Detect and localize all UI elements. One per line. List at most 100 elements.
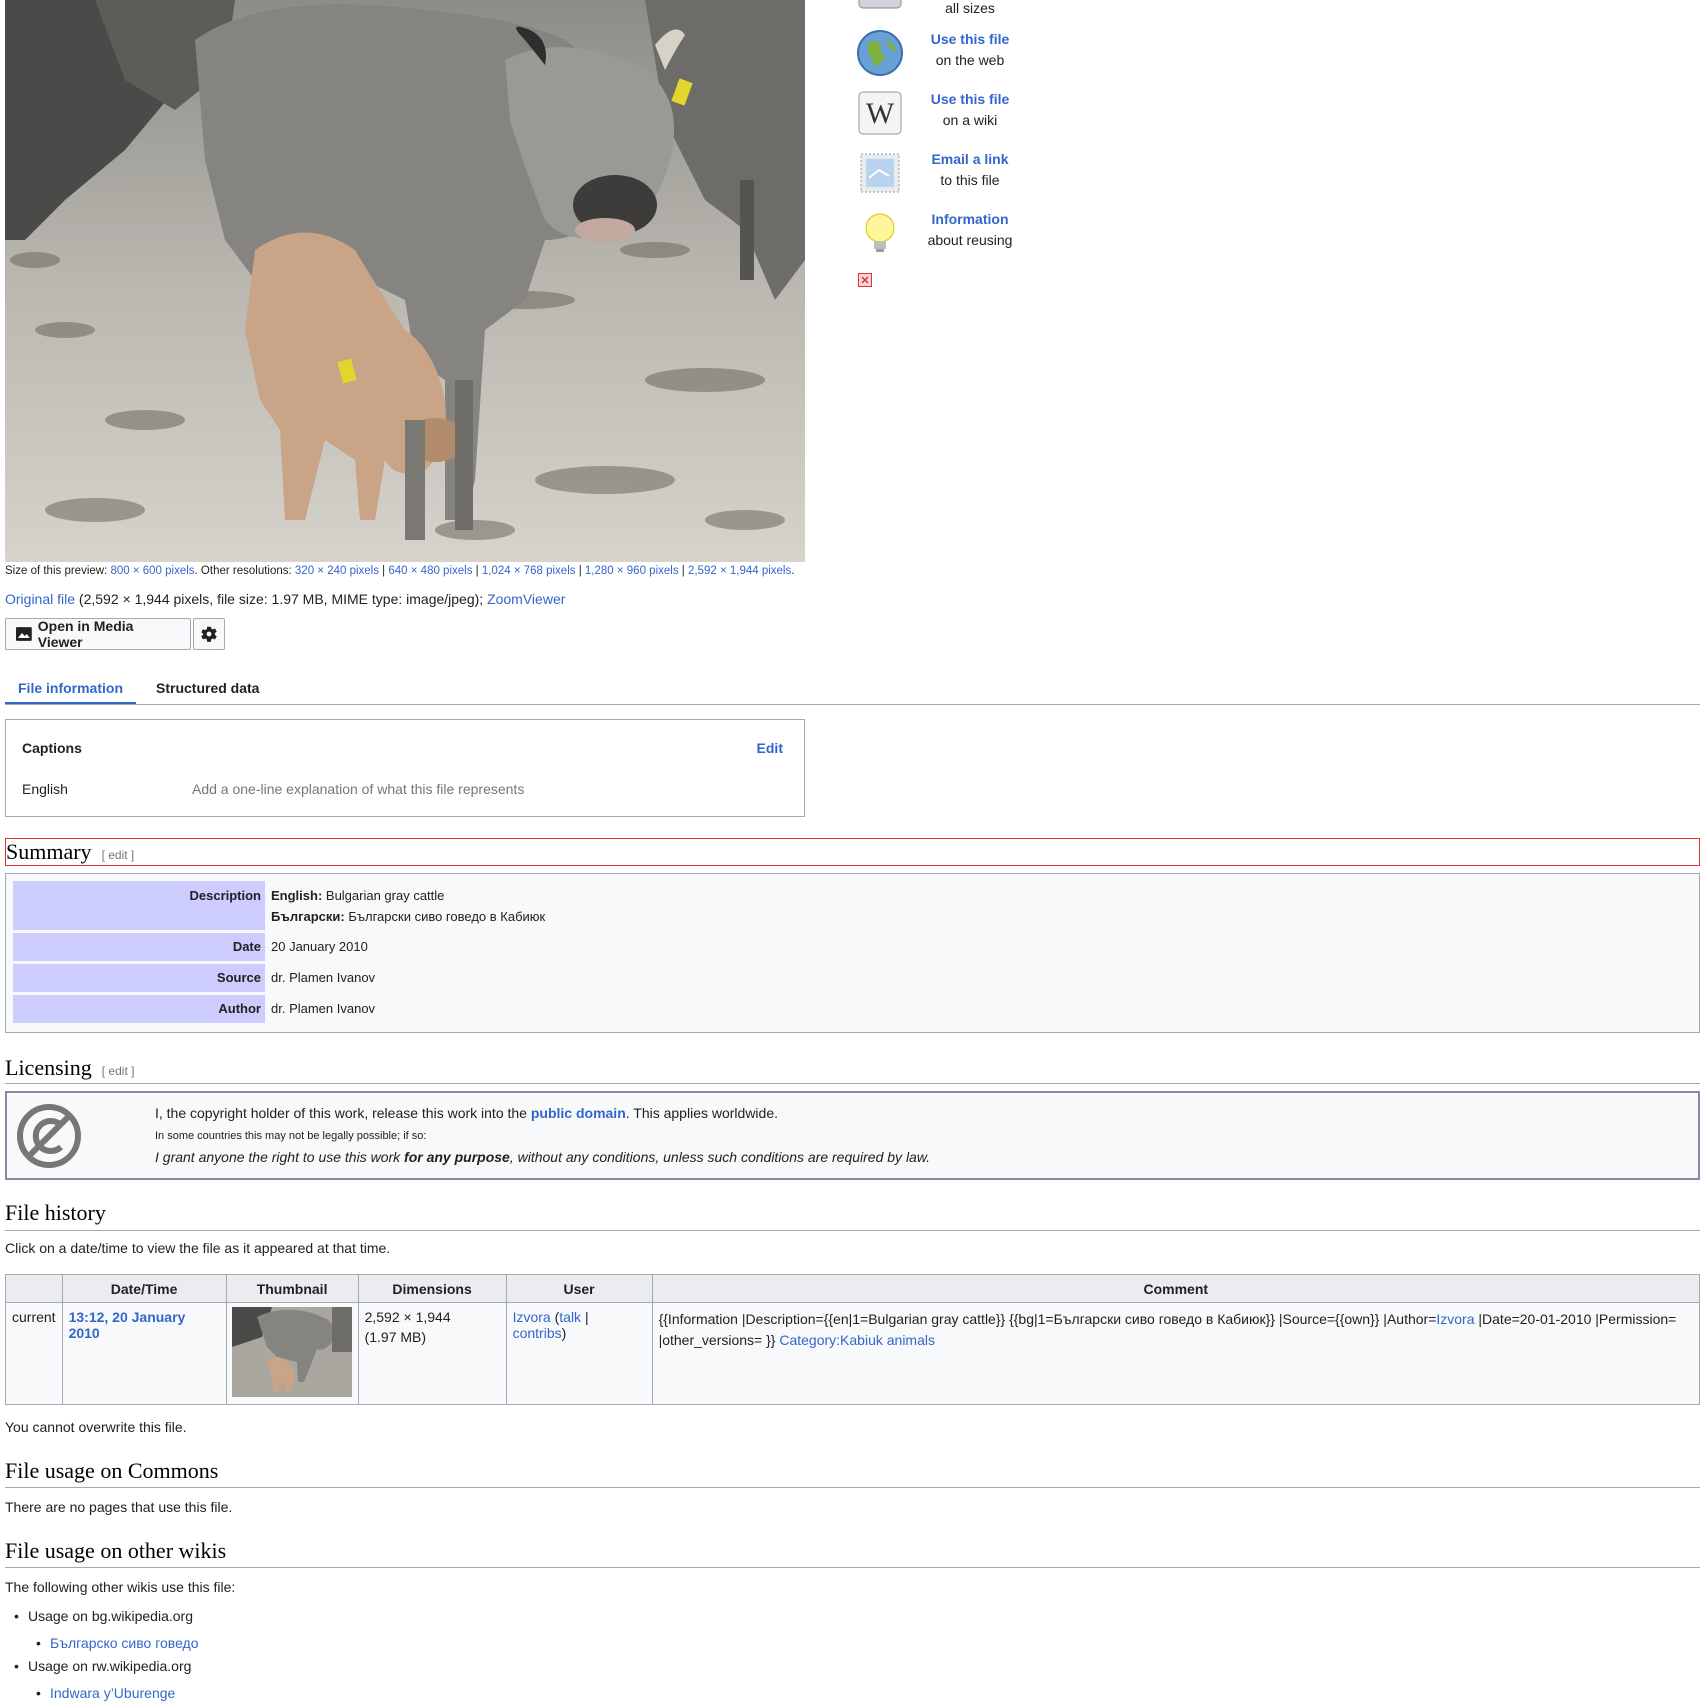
captions-box: Captions Edit English Add a one-line exp…: [5, 719, 805, 817]
user-link[interactable]: Izvora: [513, 1309, 551, 1325]
use-on-wiki-title: Use this file: [930, 91, 1010, 107]
summary-edit-link[interactable]: [ edit ]: [102, 848, 135, 862]
paren-close: ): [561, 1325, 567, 1341]
usage-commons-text: There are no pages that use this file.: [5, 1499, 233, 1515]
table-row: current 13:12, 20 January 2010 2,592 × 1…: [5, 1302, 1701, 1405]
comment-user-link[interactable]: Izvora: [1436, 1311, 1474, 1327]
original-file-details: (2,592 × 1,944 pixels, file size: 1.97 M…: [75, 591, 488, 607]
separator: |: [378, 565, 389, 577]
preview-size-link[interactable]: 800 × 600 pixels: [110, 565, 194, 577]
usage-wiki-label: Usage on bg.wikipedia.org: [28, 1608, 193, 1624]
email-link[interactable]: Email a link to this file: [850, 148, 1050, 204]
captions-edit-button[interactable]: Edit: [757, 740, 783, 756]
reuse-information[interactable]: Information about reusing: [850, 208, 1050, 264]
email-link-title: Email a link: [931, 151, 1009, 167]
all-sizes-label: all sizes: [945, 0, 995, 16]
license-grant-b: , without any conditions, unless such co…: [509, 1149, 931, 1165]
source-value: dr. Plamen Ivanov: [271, 970, 376, 985]
column-header-dimensions: Dimensions: [357, 1274, 507, 1303]
user-contribs-link[interactable]: contribs: [513, 1325, 562, 1341]
date-row: Date 20 January 2010: [13, 933, 1693, 961]
usage-page-link[interactable]: Българско сиво говедо: [50, 1635, 199, 1651]
information-table: Description English: Bulgarian gray catt…: [5, 873, 1700, 1033]
file-preview-image[interactable]: [5, 0, 805, 562]
gear-icon: [201, 626, 217, 642]
tab-file-information[interactable]: File information: [5, 680, 136, 704]
bullet: •: [14, 1608, 19, 1624]
file-history-intro: Click on a date/time to view the file as…: [5, 1240, 391, 1256]
user-talk-link[interactable]: talk: [559, 1309, 581, 1325]
file-page-tabs: File information Structured data: [5, 674, 1700, 705]
tab-structured-data[interactable]: Structured data: [156, 680, 259, 696]
reuse-information-title: Information: [931, 211, 1009, 227]
public-domain-icon: [17, 1104, 81, 1168]
resolution-link-1024[interactable]: 1,024 × 768 pixels: [482, 565, 576, 577]
summary-heading-text: Summary: [6, 839, 92, 864]
usage-wiki-label: Usage on rw.wikipedia.org: [28, 1658, 192, 1674]
cattle-photo: [5, 0, 805, 562]
license-grant-a: I grant anyone the right to use this wor…: [155, 1149, 405, 1165]
separator: |: [581, 1309, 589, 1325]
media-viewer-settings-button[interactable]: [193, 618, 225, 650]
description-en: English: Bulgarian gray cattle: [271, 888, 444, 903]
caption-placeholder[interactable]: Add a one-line explanation of what this …: [192, 781, 524, 797]
preview-size-line: Size of this preview: 800 × 600 pixels. …: [5, 565, 794, 577]
media-viewer-label: Open in Media Viewer: [37, 618, 134, 650]
original-file-link[interactable]: Original file: [5, 591, 75, 607]
usage-commons-heading: File usage on Commons: [5, 1458, 1700, 1488]
other-resolutions-label: . Other resolutions:: [194, 565, 295, 577]
usage-other-heading: File usage on other wikis: [5, 1538, 1700, 1568]
use-on-wiki[interactable]: W Use this file on a wiki: [850, 88, 1050, 144]
lightbulb-icon: [865, 213, 895, 252]
date-label: Date: [13, 933, 265, 961]
lang-en: English:: [271, 888, 323, 903]
version-status: current: [5, 1302, 63, 1405]
version-size: (1.97 MB): [364, 1329, 427, 1345]
author-label: Author: [13, 995, 265, 1023]
license-grant-bold: for any purpose: [404, 1149, 510, 1165]
licensing-heading: Licensing [ edit ]: [5, 1055, 1700, 1084]
zoomviewer-link[interactable]: ZoomViewer: [487, 591, 565, 607]
column-header-user: User: [505, 1274, 653, 1303]
category-link[interactable]: Category:Kabiuk animals: [779, 1332, 935, 1348]
resolution-link-640[interactable]: 640 × 480 pixels: [388, 565, 472, 577]
description-row: Description English: Bulgarian gray catt…: [13, 881, 1693, 930]
column-header-comment: Comment: [651, 1274, 1701, 1303]
public-domain-link[interactable]: public domain: [531, 1105, 626, 1121]
globe-icon: [857, 30, 903, 76]
table-header-row: Date/Time Thumbnail Dimensions User Comm…: [5, 1274, 1701, 1303]
file-history-table: Date/Time Thumbnail Dimensions User Comm…: [5, 1274, 1701, 1405]
paren-open: (: [550, 1309, 560, 1325]
open-in-media-viewer-button[interactable]: Open in Media Viewer: [5, 618, 191, 650]
desc-en-text: Bulgarian gray cattle: [322, 888, 445, 903]
version-datetime-cell: 13:12, 20 January 2010: [61, 1302, 227, 1405]
version-thumbnail-cell: [225, 1302, 359, 1405]
version-thumbnail[interactable]: [231, 1307, 352, 1397]
separator: |: [472, 565, 482, 577]
email-link-sub: to this file: [940, 172, 1000, 188]
use-on-web[interactable]: Use this file on the web: [850, 28, 1050, 84]
wikipedia-icon: W: [858, 91, 902, 135]
desc-bg-text: Български сиво говедо в Кабиюк: [344, 909, 546, 924]
resolution-link-320[interactable]: 320 × 240 pixels: [295, 565, 379, 577]
download-icon: [858, 0, 902, 9]
license-line-3: I grant anyone the right to use this wor…: [155, 1149, 930, 1165]
licensing-heading-text: Licensing: [5, 1055, 92, 1080]
overwrite-note: You cannot overwrite this file.: [5, 1419, 187, 1435]
date-value: 20 January 2010: [271, 939, 368, 954]
use-on-web-title: Use this file: [930, 31, 1010, 47]
license-line-2: In some countries this may not be legall…: [155, 1130, 427, 1142]
file-history-heading: File history: [5, 1200, 1700, 1231]
usage-page-link[interactable]: Indwara y’Uburenge: [50, 1685, 175, 1701]
licensing-edit-link[interactable]: [ edit ]: [102, 1064, 135, 1078]
author-value: dr. Plamen Ivanov: [271, 1001, 376, 1016]
usage-other-intro: The following other wikis use this file:: [5, 1579, 236, 1595]
version-datetime-link[interactable]: 13:12, 20 January 2010: [69, 1309, 186, 1341]
caption-language: English: [22, 781, 68, 797]
bullet: •: [14, 1658, 19, 1674]
resolution-link-2592[interactable]: 2,592 × 1,944 pixels: [688, 565, 791, 577]
download-all-sizes[interactable]: all sizes: [850, 0, 1050, 30]
image-icon: [16, 627, 32, 641]
svg-text:W: W: [866, 97, 895, 130]
resolution-link-1280[interactable]: 1,280 × 960 pixels: [585, 565, 679, 577]
